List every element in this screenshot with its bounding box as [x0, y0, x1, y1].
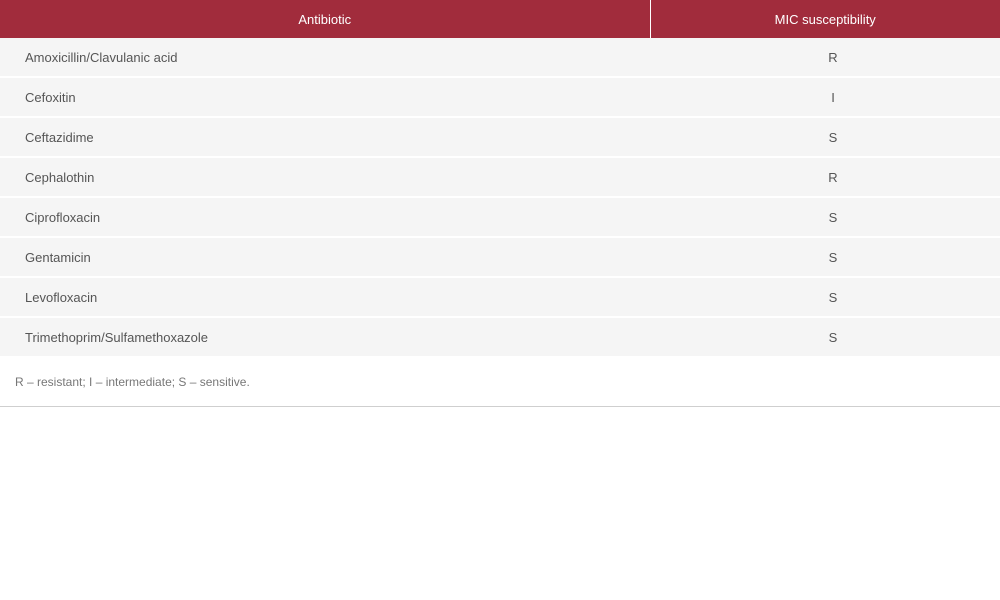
table-row: Gentamicin S: [0, 237, 1000, 278]
header-mic-susceptibility: MIC susceptibility: [650, 0, 1000, 38]
footnote-text: R – resistant; I – intermediate; S – sen…: [15, 375, 250, 389]
table-row: Ciprofloxacin S: [0, 197, 1000, 238]
mic-cell: S: [650, 117, 1000, 158]
susceptibility-table: Antibiotic MIC susceptibility Amoxicilli…: [0, 0, 1000, 358]
mic-cell: S: [650, 237, 1000, 278]
antibiotic-cell: Levofloxacin: [0, 277, 650, 318]
table-row: Amoxicillin/Clavulanic acid R: [0, 38, 1000, 78]
table-row: Ceftazidime S: [0, 117, 1000, 158]
susceptibility-table-container: Antibiotic MIC susceptibility Amoxicilli…: [0, 0, 1000, 358]
table-body: Amoxicillin/Clavulanic acid R Cefoxitin …: [0, 38, 1000, 358]
antibiotic-cell: Ceftazidime: [0, 117, 650, 158]
mic-cell: S: [650, 197, 1000, 238]
table-row: Cefoxitin I: [0, 77, 1000, 118]
antibiotic-cell: Cephalothin: [0, 157, 650, 198]
table-header: Antibiotic MIC susceptibility: [0, 0, 1000, 38]
table-row: Trimethoprim/Sulfamethoxazole S: [0, 317, 1000, 358]
header-row: Antibiotic MIC susceptibility: [0, 0, 1000, 38]
mic-cell: S: [650, 277, 1000, 318]
table-footnote: R – resistant; I – intermediate; S – sen…: [0, 358, 1000, 407]
mic-cell: R: [650, 38, 1000, 78]
antibiotic-cell: Gentamicin: [0, 237, 650, 278]
mic-cell: R: [650, 157, 1000, 198]
antibiotic-cell: Trimethoprim/Sulfamethoxazole: [0, 317, 650, 358]
mic-cell: S: [650, 317, 1000, 358]
antibiotic-cell: Cefoxitin: [0, 77, 650, 118]
table-row: Levofloxacin S: [0, 277, 1000, 318]
mic-cell: I: [650, 77, 1000, 118]
antibiotic-cell: Amoxicillin/Clavulanic acid: [0, 38, 650, 78]
table-row: Cephalothin R: [0, 157, 1000, 198]
header-antibiotic: Antibiotic: [0, 0, 651, 38]
antibiotic-cell: Ciprofloxacin: [0, 197, 650, 238]
